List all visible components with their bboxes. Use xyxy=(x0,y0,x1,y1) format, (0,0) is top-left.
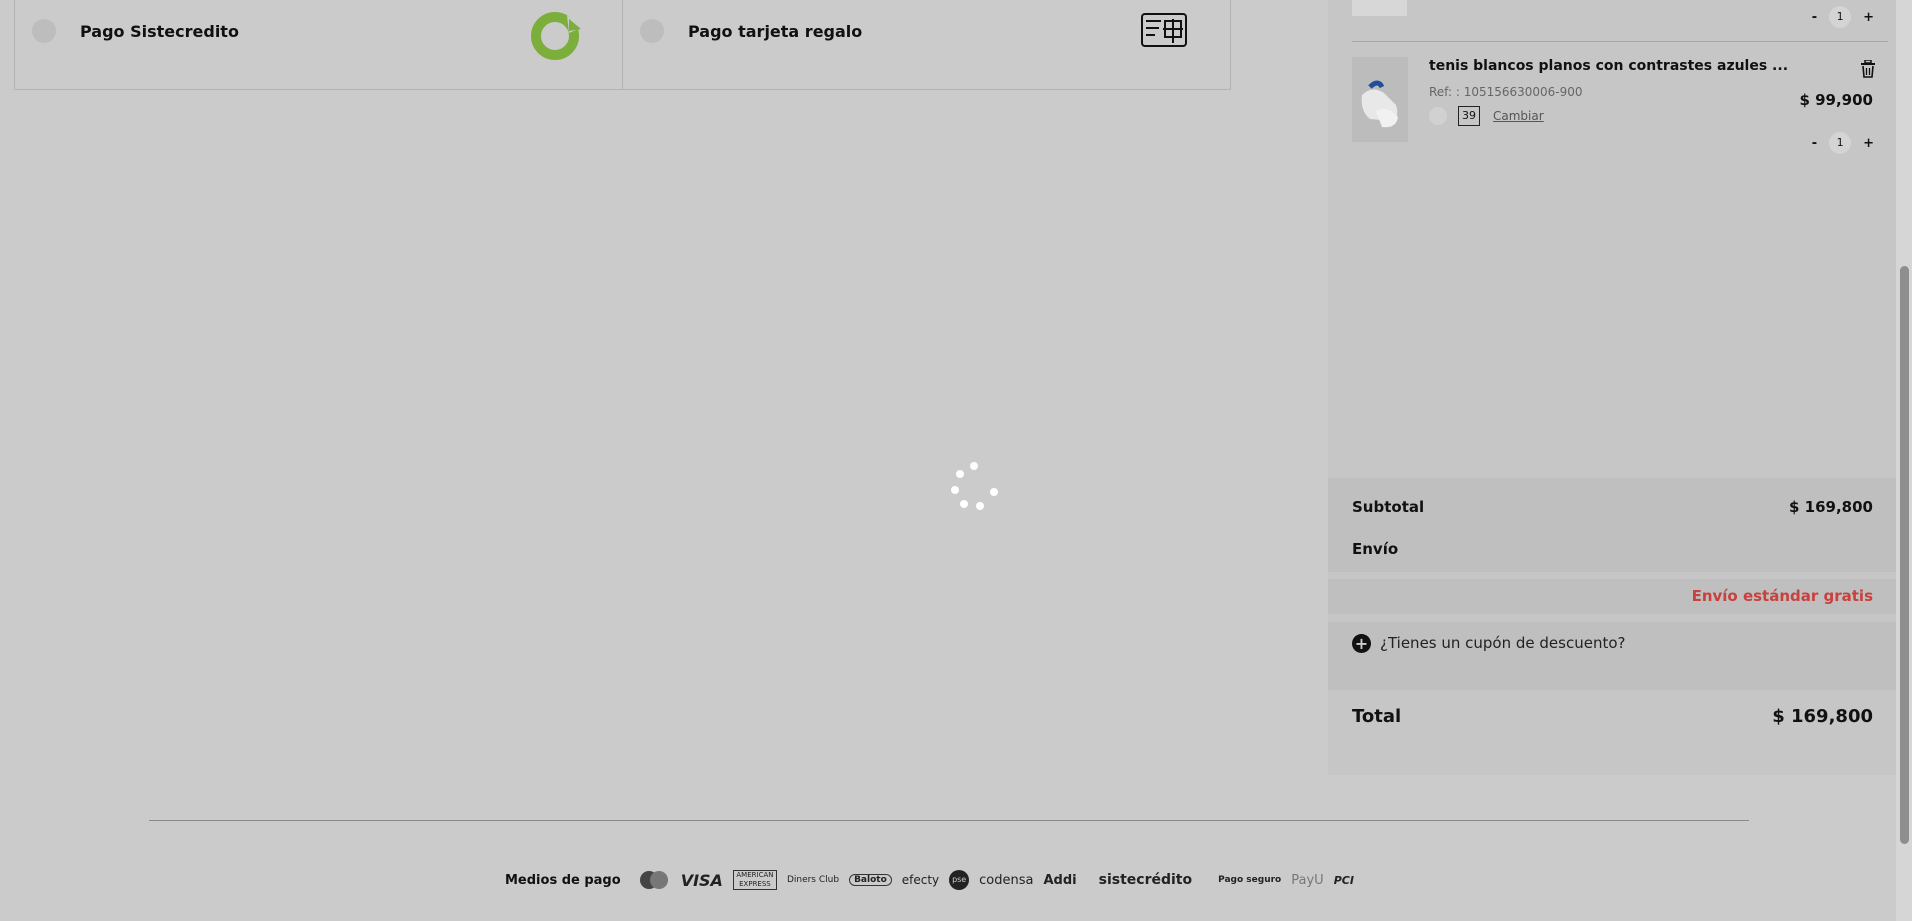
coupon-toggle-link[interactable]: ¿Tienes un cupón de descuento? xyxy=(1380,634,1625,652)
shipping-row: Envío estándar gratis xyxy=(1328,579,1896,614)
baloto-logo: Baloto xyxy=(849,874,892,886)
subtotal-label: Subtotal xyxy=(1352,498,1425,516)
efecty-logo: efecty xyxy=(901,873,940,887)
cart-panel: - 1 + tenis blancos planos con contraste… xyxy=(1328,0,1896,775)
shipping-label: Envío xyxy=(1352,540,1399,558)
radio-button[interactable] xyxy=(640,19,664,43)
quantity-value: 1 xyxy=(1829,6,1852,28)
addi-logo: Addi xyxy=(1043,872,1077,888)
size-badge: 39 xyxy=(1458,106,1480,126)
color-swatch xyxy=(1429,107,1447,125)
free-shipping-text: Envío estándar gratis xyxy=(1691,587,1873,605)
product-price: $ 99,900 xyxy=(1799,91,1873,109)
radio-button[interactable] xyxy=(32,19,56,43)
scrollbar-thumb[interactable] xyxy=(1900,266,1909,844)
product-name[interactable]: tenis blancos planos con contrastes azul… xyxy=(1429,58,1788,74)
payment-methods-label: Medios de pago xyxy=(505,872,621,888)
total-label: Total xyxy=(1352,706,1402,727)
pse-logo: pse xyxy=(949,870,970,890)
payment-option-label: Pago tarjeta regalo xyxy=(688,22,863,41)
change-size-link[interactable]: Cambiar xyxy=(1493,109,1544,123)
payment-option-label: Pago Sistecredito xyxy=(80,22,239,41)
plus-circle-icon[interactable]: + xyxy=(1352,634,1371,653)
quantity-stepper[interactable]: - 1 + xyxy=(1812,6,1874,28)
order-summary: Subtotal $ 169,800 Envío xyxy=(1328,478,1896,572)
amex-logo: AMERICAN EXPRESS xyxy=(732,870,777,890)
coupon-row[interactable]: + ¿Tienes un cupón de descuento? xyxy=(1328,622,1896,690)
trash-icon[interactable] xyxy=(1860,60,1876,78)
sistecredito-footer-logo: sistecrédito xyxy=(1098,872,1193,888)
codensa-logo: codensa xyxy=(979,872,1034,888)
footer-divider xyxy=(149,820,1749,821)
sistecredito-logo-icon xyxy=(531,12,583,60)
quantity-value: 1 xyxy=(1829,132,1852,154)
gift-card-icon xyxy=(1141,13,1187,47)
payment-option-gift-card[interactable]: Pago tarjeta regalo xyxy=(622,0,1231,90)
total-value: $ 169,800 xyxy=(1772,706,1873,727)
product-reference: Ref: : 105156630006-900 xyxy=(1429,85,1583,99)
diners-club-logo: Diners Club xyxy=(786,875,840,885)
product-image[interactable] xyxy=(1352,57,1408,142)
mastercard-icon xyxy=(639,871,668,889)
payu-logo: PayU xyxy=(1291,872,1324,888)
divider xyxy=(1352,41,1888,42)
vertical-scrollbar[interactable] xyxy=(1896,0,1912,921)
visa-logo: VISA xyxy=(680,870,723,890)
decrease-quantity-button[interactable]: - xyxy=(1812,10,1817,25)
payment-option-sistecredito[interactable]: Pago Sistecredito xyxy=(14,0,624,90)
secure-payment-label: Pago seguro xyxy=(1218,875,1282,885)
loading-spinner-icon xyxy=(948,460,1000,512)
decrease-quantity-button[interactable]: - xyxy=(1812,136,1817,151)
increase-quantity-button[interactable]: + xyxy=(1863,10,1874,25)
footer-payment-methods: Medios de pago VISA AMERICAN EXPRESS Din… xyxy=(505,866,1354,894)
subtotal-value: $ 169,800 xyxy=(1789,498,1873,516)
quantity-stepper[interactable]: - 1 + xyxy=(1812,132,1874,154)
increase-quantity-button[interactable]: + xyxy=(1863,136,1874,151)
previous-item-thumbnail xyxy=(1352,0,1407,16)
pci-logo: PCI xyxy=(1333,873,1354,887)
